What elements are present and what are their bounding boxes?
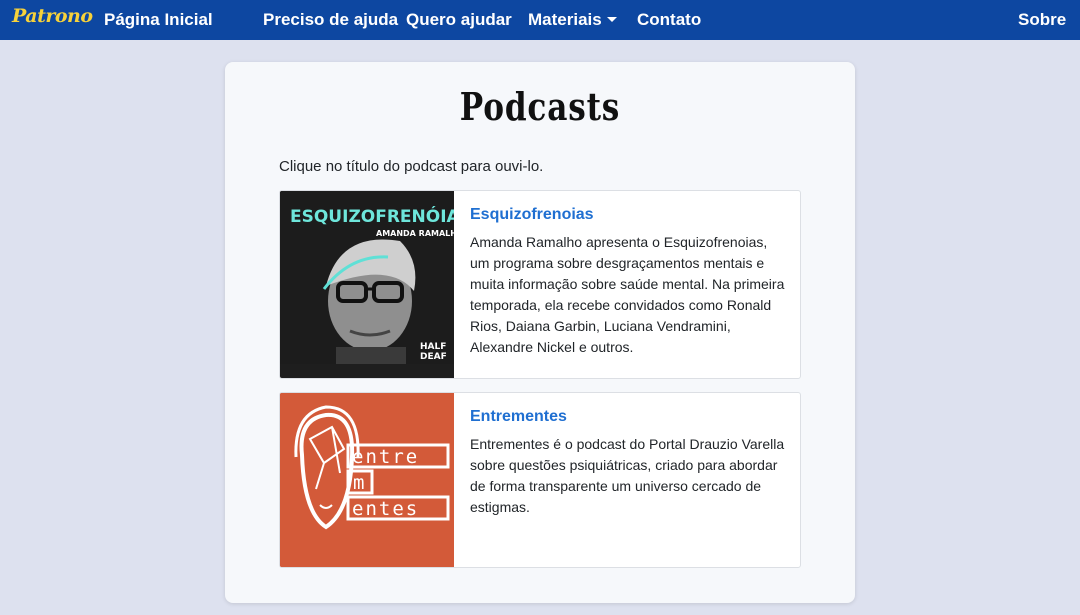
nav-materials-label: Materiais <box>528 10 602 29</box>
cover-word-entes: entes <box>352 498 419 520</box>
nav-want-help[interactable]: Quero ajudar <box>406 10 512 30</box>
podcast-title-link[interactable]: Entrementes <box>470 408 790 426</box>
podcast-cover-esquizofrenoias: ESQUIZOFRENÓIAS AMANDA RAMALHO HALF DEAF <box>280 191 454 378</box>
podcast-item-entrementes: entre m entes Entrementes Entrementes é … <box>279 392 801 568</box>
cover-art-esquizofrenoias: ESQUIZOFRENÓIAS AMANDA RAMALHO HALF DEAF <box>280 191 454 364</box>
content-card: Podcasts Clique no título do podcast par… <box>225 62 855 603</box>
podcast-body: Esquizofrenoias Amanda Ramalho apresenta… <box>470 206 790 358</box>
nav-need-help[interactable]: Preciso de ajuda <box>263 10 398 30</box>
nav-contact[interactable]: Contato <box>637 10 701 30</box>
podcast-description: Entrementes é o podcast do Portal Drauzi… <box>470 436 785 515</box>
cover-title-text: ESQUIZOFRENÓIAS <box>290 205 454 227</box>
cover-word-m: m <box>353 472 364 494</box>
intro-text: Clique no título do podcast para ouvi-lo… <box>279 158 544 175</box>
podcast-cover-entrementes: entre m entes <box>280 393 454 567</box>
cover-badge-text-1: HALF <box>420 342 446 352</box>
cover-subtitle-text: AMANDA RAMALHO <box>376 229 454 238</box>
podcast-item-esquizofrenoias: ESQUIZOFRENÓIAS AMANDA RAMALHO HALF DEAF… <box>279 190 801 379</box>
podcast-body: Entrementes Entrementes é o podcast do P… <box>470 408 790 518</box>
podcast-title-link[interactable]: Esquizofrenoias <box>470 206 790 224</box>
cover-word-entre: entre <box>352 446 419 468</box>
nav-materials-dropdown[interactable]: Materiais <box>528 10 617 30</box>
brand-logo[interactable]: Patrono <box>12 5 93 27</box>
cover-badge-text-2: DEAF <box>420 352 447 362</box>
cover-art-entrementes: entre m entes <box>280 393 454 567</box>
caret-down-icon <box>606 17 617 22</box>
top-navbar: Patrono Página Inicial Preciso de ajuda … <box>0 0 1080 40</box>
page-title: Podcasts <box>459 84 621 129</box>
nav-home[interactable]: Página Inicial <box>104 10 213 30</box>
podcast-description: Amanda Ramalho apresenta o Esquizofrenoi… <box>470 234 785 355</box>
nav-about[interactable]: Sobre <box>1018 10 1066 30</box>
